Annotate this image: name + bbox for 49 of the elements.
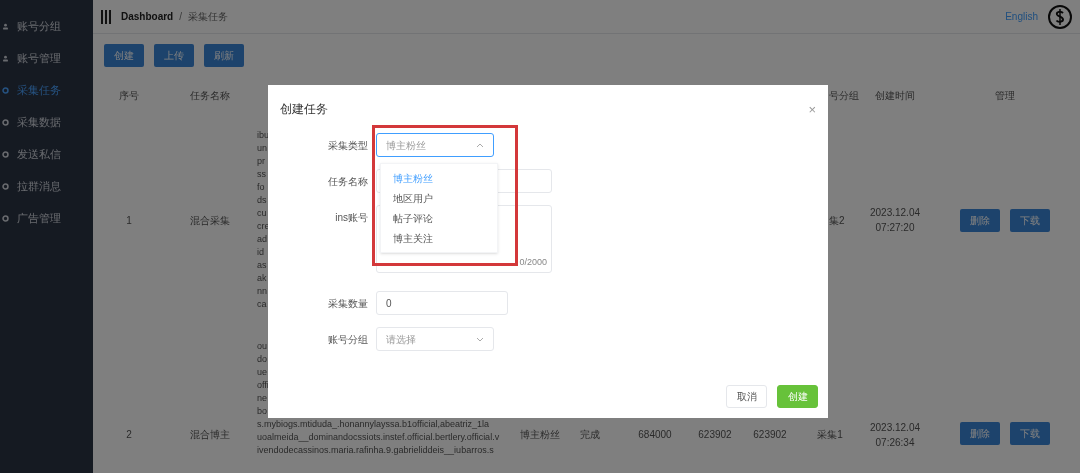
cell-text: nn	[257, 285, 267, 298]
cell-text: s.mybiogs.mtiduda_.honannylayssa.b1official,abeatriz_1la	[257, 418, 489, 431]
table-cell-text: 集2	[829, 213, 845, 228]
field-label: 任务名称	[327, 175, 368, 189]
table-cell-text: 623902	[753, 428, 787, 442]
breadcrumb-item: 采集任务	[188, 10, 228, 24]
field-label: 采集数量	[327, 297, 368, 311]
column-header: 任务名称	[190, 88, 230, 103]
table-cell-text: 2023.12.04 07:27:20	[869, 206, 921, 235]
cell-text: ad	[257, 233, 267, 246]
table-cell-text: 混合采集	[190, 213, 230, 228]
table-cell-text: 2023.12.04 07:26:34	[869, 421, 921, 450]
field-label: 账号分组	[327, 333, 368, 347]
table-cell-text: 混合博主	[190, 428, 230, 442]
cell-text: pr	[257, 155, 265, 168]
dialog-title: 创建任务	[280, 101, 328, 118]
table-cell-text: 623902	[698, 428, 732, 442]
field-label: 采集类型	[327, 139, 368, 153]
cell-text: ibu	[257, 129, 269, 142]
cell-text: ivendodecassinos.maria.rafinha.9.gabrieliddeis__iubarros.s	[257, 444, 494, 457]
column-header: 创建时间	[875, 88, 915, 103]
cell-text: as	[257, 259, 267, 272]
cell-text: do	[257, 353, 267, 366]
column-header: 管理	[995, 88, 1015, 103]
cell-text: ou	[257, 340, 267, 353]
breadcrumb-separator: /	[179, 10, 182, 24]
cell-text: bo	[257, 405, 267, 418]
character-counter: 0/2000	[519, 255, 547, 269]
cell-text: ue	[257, 366, 267, 379]
column-header: 号分组	[829, 88, 859, 103]
cell-text: ne	[257, 392, 267, 405]
cell-text: fo	[257, 181, 265, 194]
cell-text: ak	[257, 272, 267, 285]
cell-text: uoalmeida__dominandocssiots.instef.official.bertlery.official.v	[257, 431, 500, 444]
cell-text: offi	[257, 379, 269, 392]
table-cell-text: 1	[126, 213, 132, 228]
cell-text: un	[257, 142, 267, 155]
cell-text: id	[257, 246, 264, 259]
table-cell-text: 684000	[638, 428, 672, 442]
cell-text: cu	[257, 207, 267, 220]
table-cell-text: 采集1	[817, 428, 843, 442]
table-cell-text: 2	[126, 428, 132, 442]
table-cell-text: 博主粉丝	[520, 428, 560, 442]
cell-text: ca	[257, 298, 267, 311]
column-header: 序号	[119, 88, 139, 103]
table-cell-text: 完成	[580, 428, 600, 442]
cell-text: ds	[257, 194, 267, 207]
cell-text: ss	[257, 168, 266, 181]
field-label: ins账号	[334, 211, 368, 225]
